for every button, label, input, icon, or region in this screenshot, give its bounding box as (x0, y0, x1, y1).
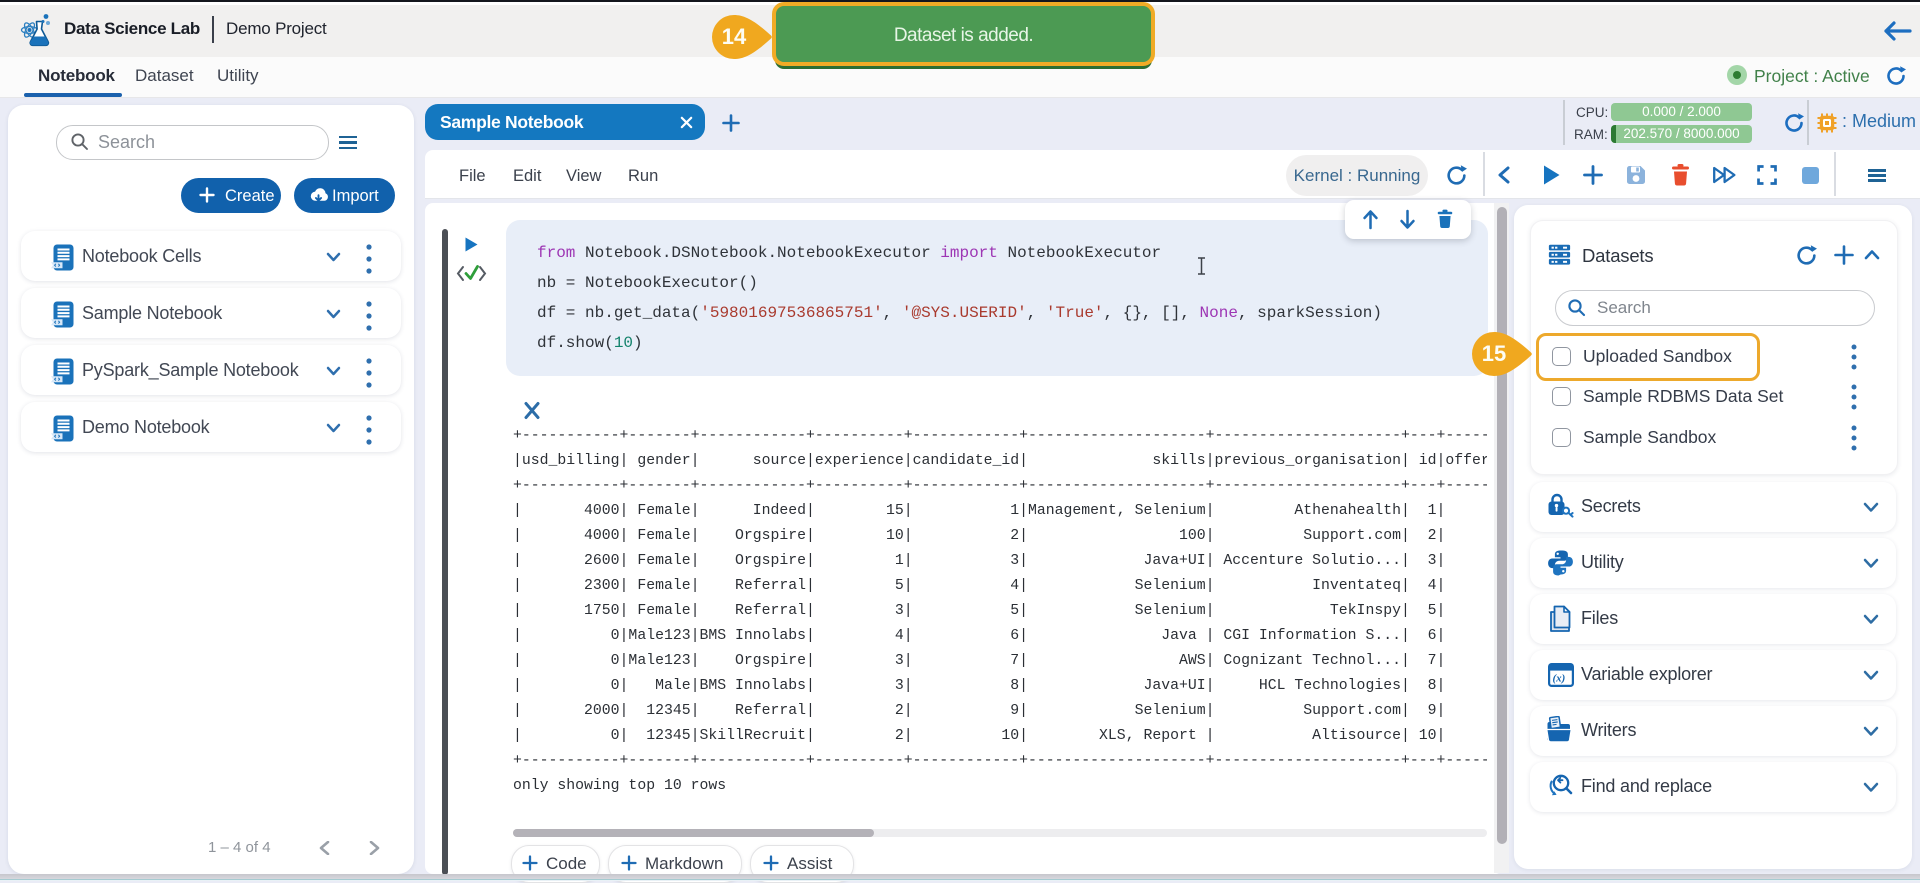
svg-text:14: 14 (722, 24, 747, 49)
svg-text:15: 15 (1482, 341, 1506, 366)
svg-text:(x): (x) (1553, 673, 1566, 685)
